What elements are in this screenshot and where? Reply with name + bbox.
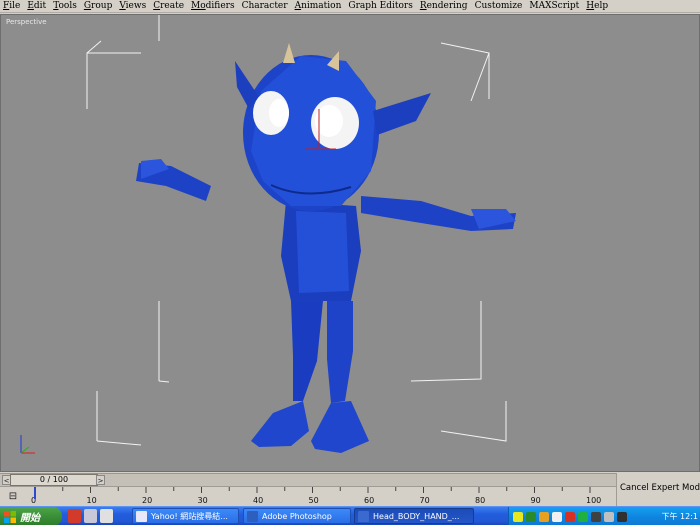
- taskbar-button[interactable]: Adobe Photoshop: [243, 508, 351, 524]
- ruler-tick-label: 80: [475, 496, 485, 505]
- scene-canvas[interactable]: [1, 15, 700, 472]
- start-label: 開始: [20, 513, 40, 524]
- menu-label: nimation: [301, 1, 342, 11]
- ruler-tick-label: 10: [87, 496, 97, 505]
- quick-launch: [68, 509, 116, 524]
- taskbar-button[interactable]: Head_BODY_HAND_...: [354, 508, 474, 524]
- menu-item-help[interactable]: Help: [586, 0, 608, 12]
- ruler-tick-label: 30: [198, 496, 208, 505]
- tray-messenger-icon[interactable]: [539, 511, 549, 522]
- current-frame-marker[interactable]: [34, 487, 36, 499]
- menu-label: Character: [241, 1, 288, 11]
- start-button[interactable]: 開始: [0, 507, 62, 525]
- menu-label: MAXScript: [529, 1, 580, 11]
- tray-antivirus-icon[interactable]: [526, 511, 536, 522]
- tray-display-icon[interactable]: [591, 511, 601, 522]
- task-label: Yahoo! 網站搜尋結...: [151, 511, 228, 521]
- menu-item-animation[interactable]: Animation: [295, 0, 342, 12]
- menu-item-rendering[interactable]: Rendering: [420, 0, 468, 12]
- menu-label: roup: [91, 1, 113, 11]
- perspective-viewport[interactable]: Perspective: [0, 14, 700, 472]
- menu-accelerator: E: [27, 1, 34, 11]
- menu-item-graph-editors[interactable]: Graph Editors: [348, 0, 412, 12]
- mail-icon[interactable]: [84, 509, 97, 523]
- menu-item-file[interactable]: File: [3, 0, 20, 12]
- media-player-icon[interactable]: [68, 509, 81, 523]
- tray-update-icon[interactable]: [578, 511, 588, 522]
- menu-label: reate: [160, 1, 185, 11]
- tray-volume-icon[interactable]: [552, 511, 562, 522]
- cancel-expert-mode-button[interactable]: Cancel Expert Mode: [620, 483, 700, 493]
- menu-accelerator: Mo: [191, 1, 206, 11]
- menu-label: ools: [58, 1, 77, 11]
- ruler-tick-label: 100: [586, 496, 601, 505]
- tray-usb-icon[interactable]: [604, 511, 614, 522]
- axis-tripod: [20, 435, 35, 454]
- taskbar-button[interactable]: Yahoo! 網站搜尋結...: [132, 508, 239, 524]
- windows-logo-icon: [4, 510, 16, 523]
- menu-label: elp: [594, 1, 609, 11]
- character-model[interactable]: [136, 43, 516, 453]
- task-app-icon: [247, 510, 258, 522]
- menu-label: dit: [33, 1, 47, 11]
- status-area: Cancel Expert Mode: [616, 473, 700, 506]
- menu-bar: File Edit Tools Group Views Create Modifiers Ch…: [0, 0, 700, 13]
- tray-network-icon[interactable]: [513, 511, 523, 522]
- menu-label: Customize: [474, 1, 523, 11]
- menu-label: Graph Editors: [348, 1, 413, 11]
- menu-item-views[interactable]: Views: [119, 0, 146, 12]
- menu-accelerator: R: [419, 1, 427, 11]
- ruler-tick-label: 20: [142, 496, 152, 505]
- menu-item-maxscript[interactable]: MAXScript: [529, 0, 579, 12]
- system-tray: 下午 12:1: [508, 507, 700, 525]
- time-slider[interactable]: < 0 / 100 >: [0, 473, 616, 486]
- track-bar[interactable]: 0 10 20 30 40 50 60 70 80 90 100 ⊟: [0, 486, 616, 506]
- ruler-tick-label: 70: [420, 496, 430, 505]
- ruler-tick-label: 60: [364, 496, 374, 505]
- frame-ruler[interactable]: 0 10 20 30 40 50 60 70 80 90 100: [0, 487, 616, 507]
- menu-item-create[interactable]: Create: [153, 0, 184, 12]
- menu-item-group[interactable]: Group: [84, 0, 112, 12]
- menu-item-edit[interactable]: Edit: [27, 0, 46, 12]
- desktop-icon[interactable]: [100, 509, 113, 523]
- ruler-tick-label: 50: [309, 496, 319, 505]
- clock: 下午 12:1: [661, 512, 698, 521]
- menu-label: ile: [9, 1, 21, 11]
- ruler-tick-label: 40: [253, 496, 263, 505]
- menu-label: endering: [426, 1, 468, 11]
- task-app-icon: [358, 510, 369, 522]
- time-slider-thumb[interactable]: 0 / 100: [10, 474, 98, 486]
- task-label: Adobe Photoshop: [262, 511, 332, 521]
- menu-item-character[interactable]: Character: [242, 0, 288, 12]
- windows-taskbar: 開始 Yahoo! 網站搜尋結... Adobe Photoshop Head_BO…: [0, 506, 700, 525]
- task-app-icon: [136, 510, 147, 522]
- mini-curve-editor-icon[interactable]: ⊟: [7, 491, 19, 503]
- ruler-tick-label: 90: [531, 496, 541, 505]
- menu-label: difiers: [205, 1, 235, 11]
- menu-item-tools[interactable]: Tools: [53, 0, 77, 12]
- menu-label: iews: [125, 1, 147, 11]
- menu-item-modifiers[interactable]: Modifiers: [191, 0, 235, 12]
- task-label: Head_BODY_HAND_...: [373, 511, 460, 521]
- viewport-label[interactable]: Perspective: [6, 18, 47, 26]
- menu-item-customize[interactable]: Customize: [475, 0, 523, 12]
- menu-accelerator: G: [83, 1, 92, 11]
- tray-alert-icon[interactable]: [565, 511, 575, 522]
- time-next-button[interactable]: >: [96, 475, 105, 485]
- menu-accelerator: H: [586, 1, 595, 11]
- tray-language-icon[interactable]: [617, 511, 627, 522]
